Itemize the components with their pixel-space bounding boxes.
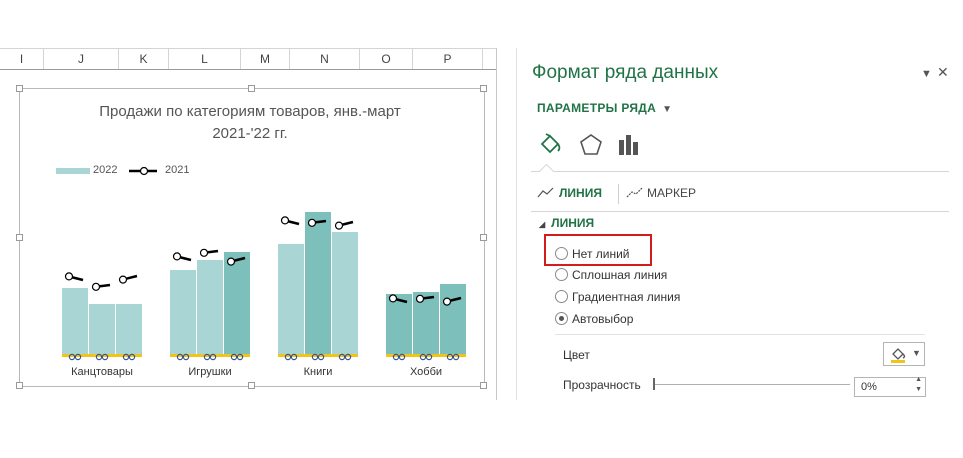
paint-bucket-icon — [891, 348, 906, 363]
active-tab-notch — [538, 163, 555, 180]
bar-2022-2-1[interactable] — [305, 212, 331, 356]
subtab-separator — [618, 184, 619, 204]
color-label: Цвет — [563, 348, 590, 362]
bar-2022-0-1[interactable] — [89, 304, 115, 356]
bar-2022-3-2[interactable] — [440, 284, 466, 356]
radio-solid-line-circle[interactable] — [555, 268, 568, 281]
chevron-down-icon: ▼ — [912, 348, 921, 358]
line-2021-marker-0-0[interactable] — [64, 272, 74, 281]
bar-2022-3-1[interactable] — [413, 292, 439, 356]
red-highlight-box — [544, 234, 652, 266]
tab-underline — [531, 171, 949, 172]
radio-gradient-line-circle[interactable] — [555, 290, 568, 303]
line-icon — [537, 187, 554, 198]
color-picker-button[interactable]: ▼ — [883, 342, 925, 366]
radio-automatic-label: Автовыбор — [572, 312, 634, 326]
transparency-slider-track[interactable] — [654, 384, 850, 385]
bar-2022-0-0[interactable] — [62, 288, 88, 356]
line-2021-marker-3-1[interactable] — [415, 294, 425, 303]
collapse-triangle-icon: ◢ — [539, 220, 546, 229]
line-2021-marker-3-2[interactable] — [442, 297, 452, 306]
subtab-underline — [531, 211, 949, 212]
line-2021-marker-1-2[interactable] — [226, 257, 236, 266]
category-label-toys: Игрушки — [188, 366, 232, 378]
line-2021-marker-2-1[interactable] — [307, 218, 317, 227]
line-2021-marker-0-1[interactable] — [91, 282, 101, 291]
series-params-dropdown[interactable]: ПАРАМЕТРЫ РЯДА ▼ — [537, 101, 672, 115]
bar-2022-2-0[interactable] — [278, 244, 304, 356]
section-divider — [555, 334, 925, 335]
bar-2022-3-0[interactable] — [386, 294, 412, 356]
line-2021-marker-0-2[interactable] — [118, 275, 128, 284]
section-line-header[interactable]: ◢ ЛИНИЯ — [539, 216, 594, 230]
series-params-label: ПАРАМЕТРЫ РЯДА — [537, 101, 657, 115]
radio-automatic-circle[interactable] — [555, 312, 568, 325]
bar-2022-1-2[interactable] — [224, 252, 250, 356]
line-2021-marker-2-2[interactable] — [334, 221, 344, 230]
effects-pentagon-icon[interactable] — [578, 132, 604, 158]
panel-menu-icon[interactable]: ▼ — [921, 68, 932, 80]
category-label-hobby: Хобби — [409, 366, 443, 378]
panel-title: Формат ряда данных — [532, 62, 719, 83]
bar-2022-2-2[interactable] — [332, 232, 358, 356]
spinner-arrows-icon[interactable]: ▲ ▼ — [915, 375, 922, 395]
radio-solid-line-label: Сплошная линия — [572, 268, 668, 282]
chevron-down-icon: ▼ — [662, 104, 673, 115]
subtab-marker[interactable]: МАРКЕР — [647, 186, 696, 200]
radio-gradient-line-label: Градиентная линия — [572, 290, 681, 304]
series-options-chart-icon[interactable] — [616, 132, 642, 158]
subtab-line[interactable]: ЛИНИЯ — [559, 186, 602, 200]
transparency-label: Прозрачность — [563, 378, 641, 392]
category-label-books: Книги — [303, 366, 333, 378]
chart-plot-area[interactable] — [0, 0, 500, 400]
line-2021-marker-1-0[interactable] — [172, 252, 182, 261]
category-label-stationery: Канцтовары — [71, 366, 133, 378]
line-2021-marker-3-0[interactable] — [388, 294, 398, 303]
bar-2022-0-2[interactable] — [116, 304, 142, 356]
transparency-value: 0% — [861, 381, 877, 393]
section-line-label: ЛИНИЯ — [551, 216, 595, 230]
format-series-panel: Формат ряда данных ▼ ✕ ПАРАМЕТРЫ РЯДА ▼ Л… — [516, 48, 963, 400]
line-2021-marker-1-1[interactable] — [199, 248, 209, 257]
close-icon[interactable]: ✕ — [937, 64, 949, 81]
fill-line-icon[interactable] — [537, 132, 563, 158]
bar-2022-1-0[interactable] — [170, 270, 196, 356]
transparency-spinner[interactable]: 0% ▲ ▼ — [854, 375, 926, 397]
marker-icon — [626, 187, 643, 198]
bar-2022-1-1[interactable] — [197, 260, 223, 356]
line-2021-marker-2-0[interactable] — [280, 216, 290, 225]
transparency-slider-thumb[interactable] — [653, 378, 655, 390]
